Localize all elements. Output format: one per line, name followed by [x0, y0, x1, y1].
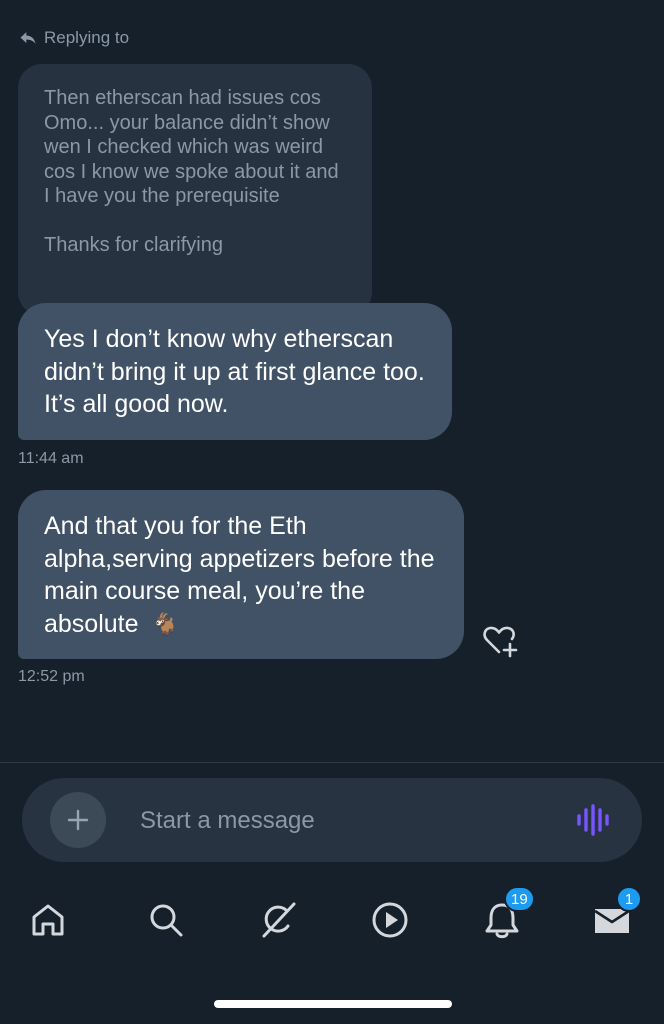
nav-messages[interactable]: 1 [590, 886, 642, 942]
nav-grok[interactable] [256, 898, 300, 942]
nav-home[interactable] [26, 898, 70, 942]
grok-icon [262, 902, 296, 938]
add-reaction-icon[interactable] [482, 622, 520, 658]
reply-arrow-icon [20, 32, 36, 44]
replying-to-label: Replying to [44, 28, 130, 47]
message-bubble[interactable]: And that you for the Eth alpha,serving a… [18, 490, 464, 659]
nav-video[interactable] [368, 898, 412, 942]
home-indicator[interactable] [214, 1000, 452, 1008]
divider [0, 762, 664, 763]
replying-to-header: Replying to [18, 28, 129, 48]
goat-emoji: 🐐 [151, 611, 179, 637]
bottom-nav: 19 1 [0, 880, 664, 960]
add-media-button[interactable] [50, 792, 106, 848]
message-text: And that you for the Eth alpha,serving a… [44, 512, 435, 638]
messages-badge: 1 [616, 886, 642, 912]
search-icon [150, 904, 183, 937]
quoted-text: Thanks for clarifying [44, 233, 223, 256]
message-composer [22, 778, 642, 862]
voice-waveform-icon[interactable] [576, 804, 610, 836]
home-icon [32, 904, 64, 936]
message-timestamp: 11:44 am [18, 450, 84, 467]
quoted-text: Then etherscan had issues cos Omo... you… [44, 87, 339, 207]
notification-badge: 19 [504, 886, 535, 912]
play-icon [372, 902, 408, 938]
message-text: Yes I don’t know why etherscan didn’t br… [44, 325, 425, 418]
message-timestamp: 12:52 pm [18, 668, 85, 685]
nav-notifications[interactable]: 19 [480, 886, 535, 942]
message-input[interactable] [138, 800, 542, 842]
message-bubble[interactable]: Yes I don’t know why etherscan didn’t br… [18, 303, 452, 440]
quoted-message[interactable]: Then etherscan had issues cos Omo... you… [18, 64, 372, 316]
plus-icon [67, 809, 89, 831]
nav-search[interactable] [144, 898, 188, 942]
